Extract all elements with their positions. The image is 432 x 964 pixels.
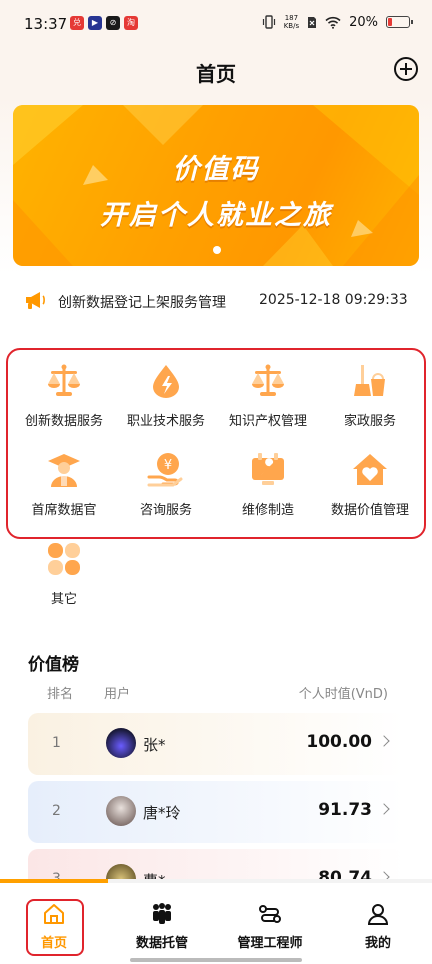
coin-hand-icon: ¥ (147, 451, 185, 489)
ranking-position: 2 (52, 803, 61, 819)
link-icon (258, 902, 282, 926)
service-item-6[interactable]: ¥ 咨询服务 (114, 451, 218, 531)
promo-banner[interactable]: 价值码 开启个人就业之旅 (13, 105, 419, 266)
ranking-row[interactable]: 2 唐*玲 91.73 (28, 781, 404, 843)
net-speed-value: 187 (284, 14, 299, 22)
tab-label: 我的 (364, 936, 391, 951)
net-speed: 187 KB/s (284, 14, 299, 30)
status-bar: 13:37 兑 ▶ ⊘ 淘 187 KB/s 20% (0, 0, 432, 50)
four-petal-icon (45, 540, 83, 578)
service-label: 知识产权管理 (228, 414, 307, 429)
battery-level (388, 18, 393, 26)
broom-bucket-icon (351, 362, 389, 400)
service-label: 数据价值管理 (330, 503, 409, 518)
battery-percent: 20% (349, 14, 378, 30)
net-speed-unit: KB/s (283, 22, 300, 30)
tab-people[interactable]: 数据托管 (108, 883, 216, 953)
notice-text: 创新数据登记上架服务管理 (58, 295, 226, 311)
notification-app-3-icon: ⊘ (106, 16, 120, 30)
user-icon (366, 902, 390, 926)
lightning-drop-icon (147, 362, 185, 400)
service-item-3[interactable]: 知识产权管理 (216, 362, 320, 442)
home-icon (42, 902, 66, 926)
chevron-right-icon (378, 735, 390, 747)
vibrate-icon (262, 15, 275, 29)
ranking-value: 100.00 (306, 732, 372, 752)
ranking-user-name: 唐*玲 (143, 804, 181, 822)
notification-app-4-icon: 淘 (124, 16, 138, 30)
service-label: 家政服务 (343, 414, 396, 429)
tab-label: 数据托管 (135, 936, 188, 951)
tab-link[interactable]: 管理工程师 (216, 883, 324, 953)
heart-house-icon (351, 451, 389, 489)
notification-app-2-icon: ▶ (88, 16, 102, 30)
notice-bar[interactable]: 创新数据登记上架服务管理 2025-12-18 09:29:33 (24, 286, 414, 316)
status-right: 187 KB/s 20% (262, 14, 413, 30)
service-label: 咨询服务 (139, 503, 192, 518)
ranking-user-name: 张* (143, 736, 166, 754)
tab-home[interactable]: 首页 (0, 883, 108, 953)
service-label: 维修制造 (241, 503, 294, 518)
wrench-monitor-icon (249, 451, 287, 489)
scales-icon (45, 362, 83, 400)
ranking-col-user: 用户 (104, 687, 131, 702)
avatar (106, 728, 136, 758)
notice-time: 2025-12-18 09:29:33 (259, 292, 408, 308)
service-label: 其它 (50, 592, 77, 607)
svg-text:¥: ¥ (164, 458, 172, 473)
ranking-position: 1 (52, 735, 61, 751)
battery-icon (386, 16, 413, 28)
service-label: 首席数据官 (31, 503, 97, 518)
ranking-title: 价值榜 (28, 655, 79, 675)
service-item-9[interactable]: 其它 (12, 540, 116, 620)
service-label: 创新数据服务 (24, 414, 103, 429)
service-item-8[interactable]: 数据价值管理 (318, 451, 422, 531)
service-item-2[interactable]: 职业技术服务 (114, 362, 218, 442)
scales-icon (249, 362, 287, 400)
ranking-row[interactable]: 1 张* 100.00 (28, 713, 404, 775)
ranking-value: 91.73 (318, 800, 372, 820)
people-icon (150, 902, 174, 926)
graduate-icon (45, 451, 83, 489)
chevron-right-icon (378, 803, 390, 815)
service-item-1[interactable]: 创新数据服务 (12, 362, 116, 442)
banner-subheadline: 开启个人就业之旅 (100, 200, 332, 231)
banner-headline: 价值码 (172, 154, 260, 185)
ranking-header: 排名 用户 个人时值(VnD) (28, 683, 388, 703)
service-item-5[interactable]: 首席数据官 (12, 451, 116, 531)
gesture-bar (130, 958, 302, 962)
megaphone-icon (26, 292, 45, 309)
banner-page-indicator (213, 246, 221, 254)
status-time: 13:37 (24, 15, 68, 33)
tab-user[interactable]: 我的 (324, 883, 432, 953)
ranking-col-value: 个人时值(VnD) (298, 687, 388, 702)
tab-label: 首页 (40, 936, 67, 951)
ranking-col-rank: 排名 (47, 687, 74, 702)
avatar (106, 796, 136, 826)
no-sim-icon (308, 16, 317, 28)
add-button[interactable] (394, 57, 418, 81)
tab-label: 管理工程师 (237, 936, 303, 951)
service-label: 职业技术服务 (126, 414, 205, 429)
notification-app-1-icon: 兑 (70, 16, 84, 30)
app-header: 首页 (0, 50, 432, 95)
service-item-4[interactable]: 家政服务 (318, 362, 422, 442)
status-app-icons: 兑 ▶ ⊘ 淘 (70, 16, 138, 30)
wifi-icon (325, 16, 341, 29)
page-title: 首页 (196, 62, 236, 86)
service-item-7[interactable]: 维修制造 (216, 451, 320, 531)
bottom-tab-bar: 首页 数据托管 管理工程师 我的 (0, 883, 432, 964)
